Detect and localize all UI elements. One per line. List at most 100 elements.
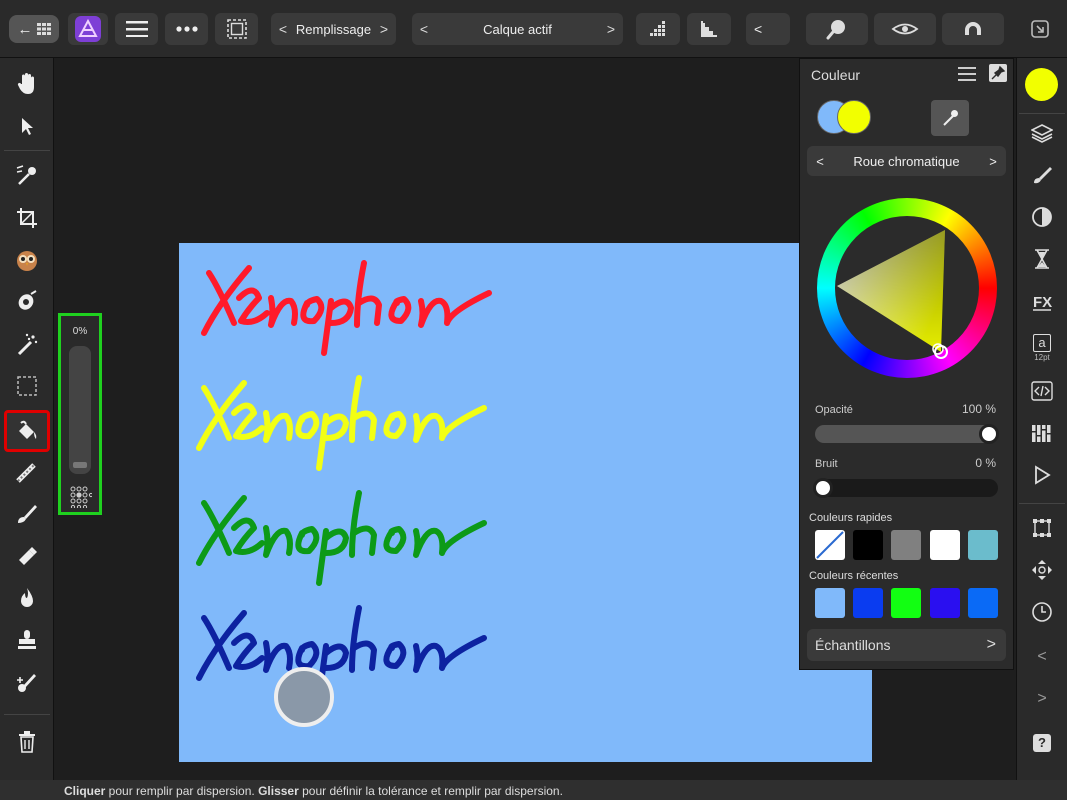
noise-slider[interactable] (813, 478, 998, 498)
chevron-left-icon[interactable]: < (412, 21, 436, 37)
owl-icon (17, 251, 37, 271)
chevron-left-icon[interactable]: < (807, 154, 833, 169)
quick-color-black[interactable] (853, 530, 883, 560)
eyedropper-button[interactable] (931, 100, 969, 136)
pin-icon[interactable] (989, 64, 1007, 82)
saturation-triangle[interactable] (817, 198, 997, 378)
fx-studio-button[interactable]: FX (1027, 286, 1057, 316)
recent-color-4[interactable] (930, 588, 960, 618)
paint-brush-tool[interactable] (8, 496, 46, 532)
play-icon (1035, 465, 1051, 485)
chevron-left-icon: < (1037, 648, 1047, 665)
toolbar-scroll-left[interactable]: < (746, 13, 790, 45)
dither-button[interactable] (636, 13, 680, 45)
hand-icon (17, 73, 34, 94)
tolerance-track[interactable] (69, 346, 91, 474)
view-zoom-button[interactable] (806, 13, 868, 45)
chevron-left-icon[interactable]: < (271, 21, 295, 37)
selection-button[interactable] (215, 13, 258, 45)
collapse-studio-left[interactable]: < (1027, 642, 1057, 672)
rectangular-marquee-tool[interactable] (8, 368, 46, 404)
code-tag-icon (1031, 381, 1053, 401)
recent-color-3[interactable] (891, 588, 921, 618)
delete-button[interactable] (8, 724, 46, 760)
noise-label: Bruit (815, 458, 838, 470)
quick-color-none[interactable] (815, 530, 845, 560)
opacity-slider[interactable] (815, 424, 999, 444)
view-tool[interactable] (8, 66, 46, 102)
text-styles-studio-button[interactable]: a 12pt (1027, 328, 1057, 368)
chevron-right-icon: > (1037, 690, 1047, 707)
clock-studio-button[interactable] (1027, 597, 1057, 627)
chevron-right-icon[interactable]: > (980, 154, 1006, 169)
back-to-gallery-button[interactable]: ← (9, 15, 59, 43)
quick-color-teal[interactable] (968, 530, 998, 560)
recent-color-2[interactable] (853, 588, 883, 618)
gradient-button[interactable] (687, 13, 731, 45)
layer-target-selector[interactable]: < Calque actif > (412, 13, 623, 45)
main-menu-button[interactable] (115, 13, 158, 45)
chevron-right-icon[interactable]: > (599, 21, 623, 37)
move-tool[interactable] (8, 108, 46, 144)
magic-wand-tool[interactable] (8, 326, 46, 362)
snapping-button[interactable] (942, 13, 1004, 45)
ellipsis-icon (175, 26, 198, 32)
clone-brush-tool[interactable] (8, 622, 46, 658)
swatches-button[interactable]: Échantillons > (807, 629, 1006, 661)
fullscreen-button[interactable] (1026, 13, 1054, 45)
grid-icon (36, 23, 51, 35)
help-button[interactable]: ? (1027, 728, 1057, 758)
layers-studio-button[interactable] (1027, 118, 1057, 148)
opacity-knob[interactable] (979, 424, 999, 444)
document-canvas[interactable] (179, 243, 872, 762)
secondary-color-swatch[interactable] (837, 100, 871, 134)
svg-text:FX: FX (1033, 294, 1052, 311)
app-persona-button[interactable] (68, 13, 108, 45)
history-studio-button[interactable] (1027, 244, 1057, 274)
tools-panel (0, 58, 54, 780)
current-color-button[interactable] (1025, 68, 1058, 101)
healing-brush-tool[interactable] (8, 664, 46, 700)
collapse-studio-right[interactable]: > (1027, 684, 1057, 714)
burn-brush-tool[interactable] (8, 580, 46, 616)
divider (4, 714, 50, 715)
color-mode-selector[interactable]: < Roue chromatique > (807, 146, 1006, 176)
navigator-studio-button[interactable] (1027, 555, 1057, 585)
recent-color-1[interactable] (815, 588, 845, 618)
quick-color-white[interactable] (930, 530, 960, 560)
clock-icon (1032, 602, 1052, 622)
tolerance-thumb[interactable] (73, 462, 87, 468)
color-panel: Couleur < Roue chromatique > Opacité 100… (799, 58, 1014, 670)
selection-brush-tool[interactable] (8, 242, 46, 278)
transform-studio-button[interactable] (1027, 513, 1057, 543)
opacity-label: Opacité (815, 404, 853, 416)
assistant-button[interactable] (874, 13, 936, 45)
gradient-tool[interactable] (8, 454, 46, 490)
channels-studio-button[interactable] (1027, 418, 1057, 448)
brushes-studio-button[interactable] (1027, 160, 1057, 190)
color-wheel[interactable] (817, 198, 997, 378)
magic-wand-icon (17, 333, 38, 356)
noise-knob[interactable] (813, 478, 833, 498)
tolerance-value: 0% (72, 326, 88, 337)
text-size-label: 12pt (1034, 353, 1050, 362)
bandage-brush-icon (17, 674, 36, 692)
play-macro-button[interactable] (1027, 460, 1057, 490)
divider (4, 150, 50, 151)
macro-studio-button[interactable] (1027, 376, 1057, 406)
recent-color-5[interactable] (968, 588, 998, 618)
adjustments-studio-button[interactable] (1027, 202, 1057, 232)
panel-menu-icon[interactable] (958, 67, 976, 81)
status-drag: Glisser (258, 784, 299, 798)
erase-brush-tool[interactable] (8, 538, 46, 574)
tolerance-slider-panel[interactable]: 0% (58, 313, 102, 515)
color-picker-tool[interactable] (8, 158, 46, 194)
crop-tool[interactable] (8, 200, 46, 236)
fill-mode-selector[interactable]: < Remplissage > (271, 13, 396, 45)
opacity-value: 100 % (961, 402, 996, 416)
chevron-right-icon[interactable]: > (372, 21, 396, 37)
flood-fill-tool[interactable] (4, 410, 50, 452)
flood-select-tool[interactable] (8, 284, 46, 320)
quick-color-gray[interactable] (891, 530, 921, 560)
more-options-button[interactable] (165, 13, 208, 45)
